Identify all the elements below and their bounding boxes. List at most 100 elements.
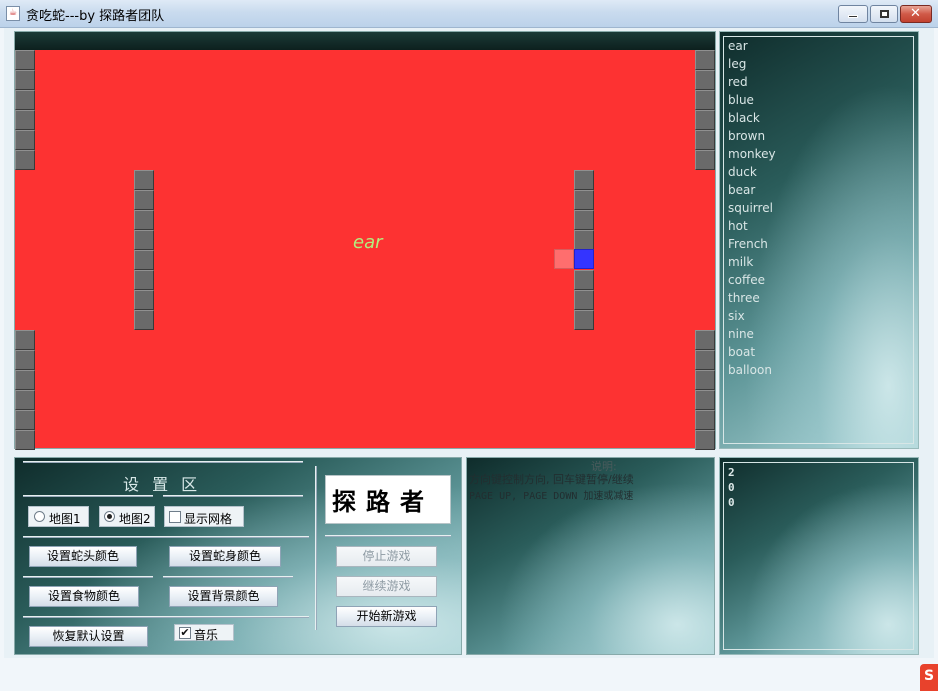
word-list: ear leg red blue black brown monkey duck bear squ… xyxy=(723,36,914,444)
map1-label: 地图1 xyxy=(49,512,81,526)
word-item: six xyxy=(728,309,745,323)
separator xyxy=(325,535,451,537)
food-word: ear xyxy=(353,232,383,253)
word-item: coffee xyxy=(728,273,765,287)
close-button[interactable]: ✕ xyxy=(900,5,932,23)
separator xyxy=(23,576,153,578)
wall-tile xyxy=(15,370,35,390)
title-bar[interactable]: ☕ 贪吃蛇---by 探路者团队 ✕ xyxy=(0,0,938,28)
window-title: 贪吃蛇---by 探路者团队 xyxy=(26,9,165,24)
maximize-icon xyxy=(880,10,889,18)
wall-tile xyxy=(15,430,35,450)
wall-tile xyxy=(134,290,154,310)
wall-tile xyxy=(695,370,715,390)
word-item: brown xyxy=(728,129,766,143)
checkbox-icon[interactable] xyxy=(169,511,181,523)
wall-tile xyxy=(15,130,35,150)
settings-title: 设 置 区 xyxy=(123,475,202,494)
music-option[interactable]: ✔ 音乐 xyxy=(174,624,234,642)
word-item: duck xyxy=(728,165,757,179)
word-item: milk xyxy=(728,255,754,269)
radio-icon-checked[interactable] xyxy=(104,511,115,522)
wall-tile xyxy=(15,410,35,430)
settings-panel: 设 置 区 地图1 地图2 显示网格 设置蛇头颜色 设置蛇身颜色 设置食物颜色 … xyxy=(14,457,462,655)
wall-tile xyxy=(134,210,154,230)
wall-tile xyxy=(695,150,715,170)
wall-tile xyxy=(695,350,715,370)
food-color-button[interactable]: 设置食物颜色 xyxy=(29,586,139,607)
stop-game-button[interactable]: 停止游戏 xyxy=(336,546,437,567)
word-item: black xyxy=(728,111,760,125)
instructions-line: 方向键控制方向, 回车键暂停/继续 xyxy=(469,473,634,486)
score-digit: 2 xyxy=(728,466,735,479)
board-top-strip xyxy=(15,32,715,50)
show-grid-option[interactable]: 显示网格 xyxy=(164,506,244,527)
word-item: three xyxy=(728,291,760,305)
maximize-button[interactable] xyxy=(870,5,898,23)
wall-tile xyxy=(574,270,594,290)
instructions-line: PAGE UP, PAGE DOWN 加速或减速 xyxy=(469,491,634,502)
ime-badge-icon: S xyxy=(920,664,938,691)
separator xyxy=(163,495,303,497)
wall-tile xyxy=(134,250,154,270)
instructions-panel: 说明: 方向键控制方向, 回车键暂停/继续 PAGE UP, PAGE DOWN… xyxy=(466,457,715,655)
word-item: hot xyxy=(728,219,748,233)
window-client-area: ear ear leg red blue black brown monkey duck bea… xyxy=(4,28,934,658)
word-item: leg xyxy=(728,57,747,71)
wall-tile xyxy=(695,70,715,90)
separator xyxy=(23,495,153,497)
wall-tile xyxy=(695,410,715,430)
score-digit: 0 xyxy=(728,481,735,494)
wall-tile xyxy=(695,330,715,350)
wall-tile xyxy=(15,350,35,370)
word-item: ear xyxy=(728,39,748,53)
wall-tile xyxy=(15,90,35,110)
background-color-button[interactable]: 设置背景颜色 xyxy=(169,586,278,607)
word-item: French xyxy=(728,237,768,251)
wall-tile xyxy=(134,230,154,250)
separator xyxy=(23,616,309,618)
show-grid-label: 显示网格 xyxy=(184,512,233,526)
checkbox-checked-icon[interactable]: ✔ xyxy=(179,627,191,639)
close-icon: ✕ xyxy=(910,6,921,21)
continue-game-button[interactable]: 继续游戏 xyxy=(336,576,437,597)
wall-tile xyxy=(15,50,35,70)
map1-option[interactable]: 地图1 xyxy=(28,506,89,527)
separator xyxy=(163,576,293,578)
wall-tile xyxy=(15,110,35,130)
word-item: boat xyxy=(728,345,756,359)
minimize-button[interactable] xyxy=(838,5,868,23)
word-item: bear xyxy=(728,183,756,197)
score-panel: 2 0 0 xyxy=(719,457,919,655)
wall-tile xyxy=(574,190,594,210)
wall-tile xyxy=(134,270,154,290)
word-item: balloon xyxy=(728,363,772,377)
wall-tile xyxy=(695,110,715,130)
word-item: nine xyxy=(728,327,754,341)
minimize-icon xyxy=(848,15,858,18)
separator xyxy=(23,536,309,538)
team-logo-text: 探路者 xyxy=(332,487,434,516)
snake-body-color-button[interactable]: 设置蛇身颜色 xyxy=(169,546,281,567)
wall-tile xyxy=(134,310,154,330)
word-item: blue xyxy=(728,93,754,107)
word-list-panel: ear leg red blue black brown monkey duck bear squ… xyxy=(719,31,919,449)
wall-tile xyxy=(15,330,35,350)
wall-tile xyxy=(134,190,154,210)
wall-tile xyxy=(574,310,594,330)
separator-vertical xyxy=(315,466,317,630)
snake-head-color-button[interactable]: 设置蛇头颜色 xyxy=(29,546,137,567)
wall-tile xyxy=(695,90,715,110)
wall-tile xyxy=(695,430,715,450)
map2-option[interactable]: 地图2 xyxy=(99,506,155,527)
restore-default-button[interactable]: 恢复默认设置 xyxy=(29,626,148,647)
java-cup-icon: ☕ xyxy=(6,6,20,21)
radio-icon[interactable] xyxy=(34,511,45,522)
wall-tile xyxy=(695,130,715,150)
word-item: red xyxy=(728,75,748,89)
wall-tile xyxy=(695,390,715,410)
new-game-button[interactable]: 开始新游戏 xyxy=(336,606,437,627)
wall-tile xyxy=(15,150,35,170)
wall-tile xyxy=(15,70,35,90)
game-board[interactable]: ear xyxy=(15,50,715,450)
